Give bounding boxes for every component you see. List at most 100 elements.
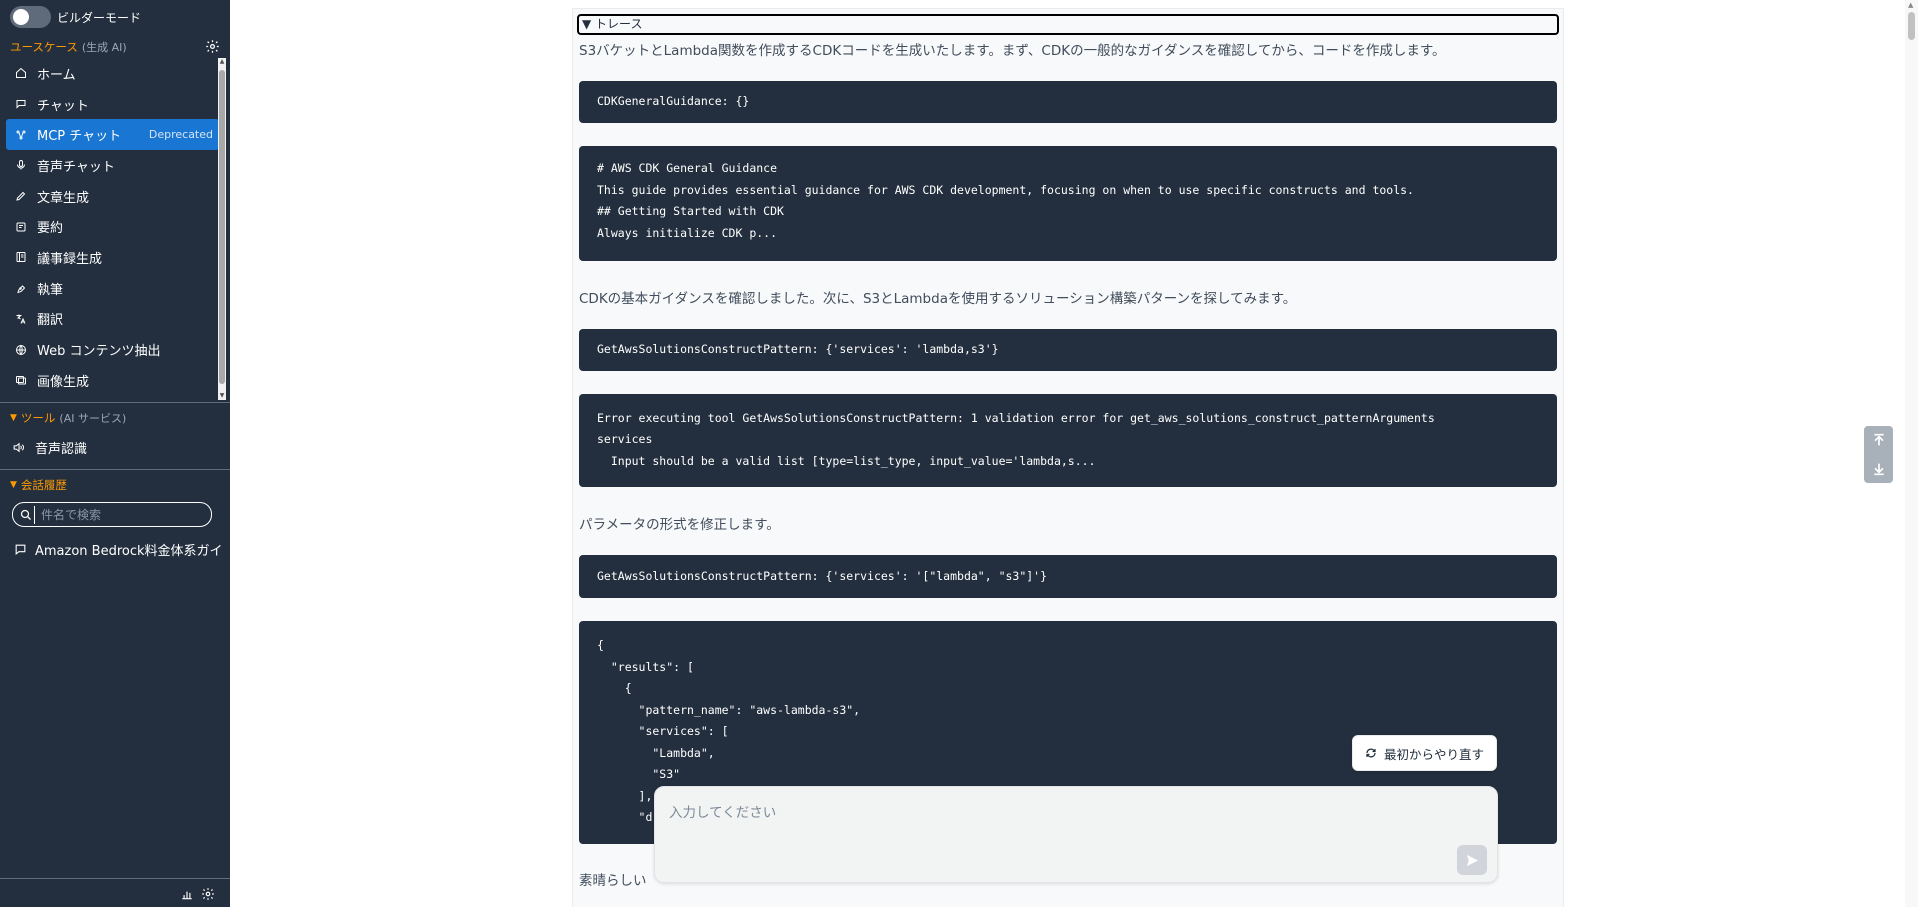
- scroll-up-arrow-icon[interactable]: ▲: [1908, 1, 1913, 9]
- scroll-up-arrow-icon[interactable]: ▲: [219, 58, 225, 66]
- pen-icon: [14, 282, 27, 295]
- code-line: "pattern_name": "aws-lambda-s3",: [597, 703, 861, 717]
- code-line: This guide provides essential guidance f…: [597, 183, 1414, 197]
- arrow-to-top-icon: [1873, 434, 1884, 446]
- globe-icon: [14, 343, 27, 356]
- scroll-jump-buttons: [1864, 426, 1893, 483]
- scroll-to-bottom-button[interactable]: [1869, 459, 1889, 479]
- sidebar: ビルダーモード ユースケース (生成 AI) ホーム チャット MCP チャット…: [0, 0, 230, 907]
- history-search-box[interactable]: [12, 502, 212, 527]
- sidebar-item-label: MCP チャット: [37, 129, 122, 145]
- sidebar-item-label: 執筆: [37, 282, 64, 298]
- sidebar-item-image-generation[interactable]: 画像生成: [6, 365, 219, 396]
- sidebar-item-writing[interactable]: 執筆: [6, 273, 219, 304]
- builder-mode-row[interactable]: ビルダーモード: [10, 6, 141, 28]
- sidebar-item-speech-recognition[interactable]: 音声認識: [12, 436, 87, 458]
- sidebar-item-label: チャット: [37, 98, 89, 114]
- sidebar-item-voice-chat[interactable]: 音声チャット: [6, 150, 219, 181]
- chat-icon: [14, 98, 27, 111]
- code-block-tool-call: CDKGeneralGuidance: {}: [579, 81, 1557, 123]
- history-search-input[interactable]: [35, 507, 195, 522]
- history-item[interactable]: Amazon Bedrock料金体系ガイ: [14, 538, 226, 560]
- code-line: "results": [: [597, 660, 694, 674]
- sidebar-item-summary[interactable]: 要約: [6, 211, 219, 242]
- sidebar-item-label: 音声チャット: [37, 159, 115, 175]
- message-text: 素晴らしい: [579, 873, 647, 889]
- code-line: ## Getting Started with CDK: [597, 204, 784, 218]
- gear-icon[interactable]: [201, 887, 215, 901]
- trace-toggle[interactable]: ▼ トレース: [577, 14, 1559, 35]
- pencil-icon: [14, 190, 27, 203]
- code-line: ],: [597, 789, 653, 803]
- usecase-subtitle: (生成 AI): [81, 41, 127, 54]
- sidebar-item-label: ホーム: [37, 67, 76, 83]
- tools-subtitle: (AI サービス): [59, 412, 127, 425]
- sidebar-item-web-extract[interactable]: Web コンテンツ抽出: [6, 334, 219, 365]
- code-line: GetAwsSolutionsConstructPattern: {'servi…: [597, 342, 999, 356]
- mcp-icon: [14, 128, 27, 141]
- code-line: "services": [: [597, 724, 729, 738]
- restart-label: 最初からやり直す: [1383, 746, 1484, 762]
- image-icon: [14, 374, 27, 387]
- home-icon: [14, 67, 27, 80]
- sidebar-item-label: 翻訳: [37, 313, 64, 329]
- sidebar-divider: [0, 469, 230, 470]
- history-item-label: Amazon Bedrock料金体系ガイ: [35, 543, 223, 559]
- scroll-down-arrow-icon[interactable]: ▼: [219, 392, 225, 400]
- builder-mode-label: ビルダーモード: [57, 10, 142, 25]
- message-text: CDKの基本ガイダンスを確認しました。次に、S3とLambdaを使用するソリュー…: [579, 291, 1297, 307]
- sidebar-item-label: Web コンテンツ抽出: [37, 344, 161, 360]
- usecase-title: ユースケース: [10, 40, 78, 54]
- chat-input[interactable]: [669, 801, 1449, 861]
- page-scrollbar[interactable]: ▲: [1905, 0, 1918, 907]
- tools-title: ツール: [20, 411, 56, 425]
- translate-icon: [14, 312, 27, 325]
- sidebar-item-label: 画像生成: [37, 374, 90, 390]
- code-line: "d: [597, 810, 653, 824]
- scroll-to-top-button[interactable]: [1869, 430, 1889, 450]
- code-line: Input should be a valid list [type=list_…: [597, 454, 1096, 468]
- caret-down-icon: ▼: [10, 480, 17, 490]
- sidebar-scroll-thumb[interactable]: [219, 70, 225, 384]
- chat-input-area[interactable]: [654, 786, 1498, 883]
- sidebar-item-chat[interactable]: チャット: [6, 89, 219, 120]
- refresh-icon: [1366, 748, 1376, 758]
- sidebar-item-label: 音声認識: [35, 441, 88, 457]
- code-line: {: [597, 638, 604, 652]
- sidebar-footer-divider: [0, 878, 230, 879]
- chat-bubble-icon: [15, 544, 26, 555]
- deprecated-badge: Deprecated: [148, 128, 213, 142]
- history-title: 会話履歴: [20, 478, 67, 492]
- usecase-list: ホーム チャット MCP チャット Deprecated 音声チャット 文章生成…: [6, 58, 219, 400]
- sidebar-scrollbar[interactable]: ▲ ▼: [218, 58, 226, 400]
- send-button[interactable]: [1457, 845, 1487, 875]
- code-line: Always initialize CDK p...: [597, 226, 778, 240]
- sidebar-item-translate[interactable]: 翻訳: [6, 304, 219, 335]
- summary-icon: [14, 220, 27, 233]
- sidebar-item-label: 文章生成: [37, 190, 90, 206]
- code-line: Error executing tool GetAwsSolutionsCons…: [597, 411, 1435, 425]
- code-block-tool-result: # AWS CDK General Guidance This guide pr…: [579, 146, 1557, 261]
- code-block-tool-error: Error executing tool GetAwsSolutionsCons…: [579, 394, 1557, 487]
- arrow-to-bottom-icon: [1873, 463, 1884, 475]
- code-block-tool-call: GetAwsSolutionsConstructPattern: {'servi…: [579, 555, 1557, 598]
- sidebar-divider: [0, 402, 230, 403]
- code-line: GetAwsSolutionsConstructPattern: {'servi…: [597, 569, 1048, 583]
- speaker-icon: [13, 442, 25, 452]
- builder-mode-toggle[interactable]: [10, 6, 51, 28]
- sidebar-item-minutes[interactable]: 議事録生成: [6, 242, 219, 273]
- sidebar-item-mcp-chat[interactable]: MCP チャット Deprecated: [6, 119, 219, 151]
- restart-button[interactable]: 最初からやり直す: [1352, 735, 1497, 771]
- sidebar-item-text-generation[interactable]: 文章生成: [6, 181, 219, 212]
- tools-section-header[interactable]: ▼ ツール (AI サービス): [10, 409, 126, 427]
- usecase-settings-icon[interactable]: [205, 39, 220, 54]
- code-line: # AWS CDK General Guidance: [597, 161, 778, 175]
- send-icon: [1466, 854, 1478, 866]
- bar-chart-icon[interactable]: [180, 887, 194, 901]
- code-line: "Lambda",: [597, 746, 715, 760]
- code-line: services: [597, 432, 653, 446]
- sidebar-item-label: 議事録生成: [37, 251, 103, 267]
- sidebar-item-home[interactable]: ホーム: [6, 58, 219, 89]
- history-section-header[interactable]: ▼ 会話履歴: [10, 476, 67, 494]
- page-scroll-thumb[interactable]: [1908, 12, 1915, 40]
